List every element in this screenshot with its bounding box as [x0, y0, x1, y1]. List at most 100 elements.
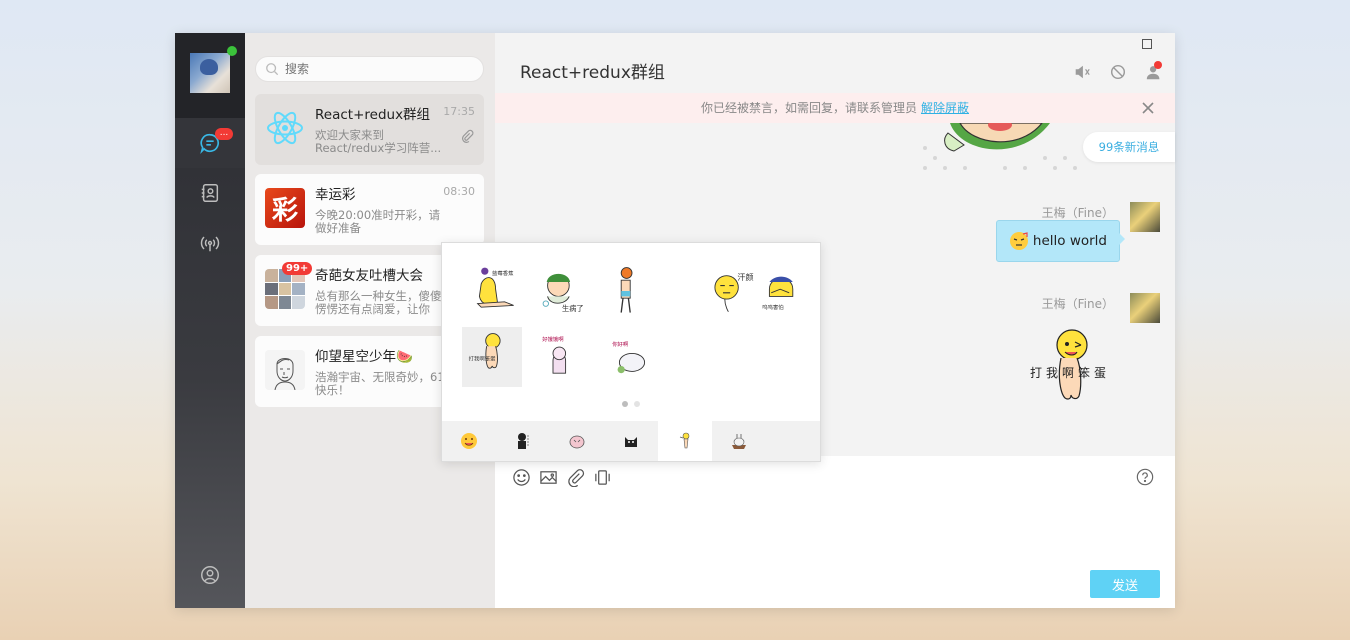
profile-area [175, 33, 245, 118]
chat-title: React+redux群组 [520, 63, 665, 83]
search-input[interactable] [285, 62, 465, 76]
image-icon[interactable] [539, 468, 558, 487]
new-messages-indicator[interactable]: 99条新消息 [1083, 132, 1175, 162]
sketch-portrait-avatar [265, 350, 305, 390]
conversation-preview: 浩瀚宇宙、无限奇妙，61快乐！ [315, 371, 445, 397]
sticker-item[interactable]: 呜呜害怕 [752, 261, 812, 321]
message-sender-name: 王梅（Fine） [1041, 206, 1114, 220]
maximize-button[interactable] [1142, 39, 1152, 49]
attachment-icon[interactable] [566, 468, 585, 487]
notification-dot [1154, 61, 1162, 69]
sticker-caption: 蓝莓香蕉 [492, 269, 514, 277]
conversation-name: 幸运彩 [315, 187, 356, 203]
sticker-caption: 呜呜害怕 [762, 303, 784, 311]
cropped-sticker-image [920, 123, 1090, 173]
message-bubble[interactable]: hello world [995, 220, 1126, 262]
shake-icon[interactable] [593, 468, 612, 487]
page-indicator [622, 401, 640, 407]
yellow-figure-icon [679, 432, 690, 449]
conversation-time: 17:35 [443, 105, 475, 118]
nav-item-contacts[interactable] [175, 168, 245, 218]
nav-item-broadcast[interactable] [175, 218, 245, 268]
react-logo-avatar [265, 108, 305, 148]
mute-speaker-icon[interactable] [1073, 63, 1091, 81]
user-circle-icon [201, 566, 219, 584]
conversation-name: React+redux群组 [315, 107, 431, 123]
search-box[interactable] [255, 56, 484, 82]
conversation-preview: 总有那么一种女生，傻傻愣愣还有点阔爱，让你气... [315, 290, 442, 316]
contacts-icon [201, 184, 219, 202]
help-icon[interactable] [1136, 468, 1154, 486]
conversation-item[interactable]: 彩 幸运彩 08:30 今晚20:00准时开彩，请做好准备 [255, 174, 484, 245]
chat-unread-badge: ... [215, 128, 233, 140]
unblock-link[interactable]: 解除屏蔽 [921, 101, 969, 115]
sticker-item[interactable]: 你好啊 [602, 327, 662, 387]
sweat-sticker-icon: 汗颜 [714, 272, 754, 312]
sticker-item[interactable] [602, 261, 662, 321]
sticker-caption: 打我啊笨蛋 [1029, 366, 1110, 380]
conversation-preview: 欢迎大家来到React/redux学习阵营... [315, 129, 442, 155]
hello-sticker-icon: 你好啊 [612, 340, 646, 374]
group-avatar-grid [265, 269, 305, 309]
message-sender-name: 王梅（Fine） [1041, 297, 1114, 311]
sticker-caption: 好饿饿啊 [542, 335, 564, 343]
sticker-caption: 打我啊笨蛋 [469, 355, 496, 363]
muted-banner-text: 你已经被禁言，如需回复，请联系管理员 [700, 101, 917, 115]
muted-banner: 你已经被禁言，如需回复，请联系管理员 解除屏蔽 [495, 93, 1175, 123]
sticker-pack-tabs [442, 421, 820, 461]
hungry-sticker-icon: 好饿饿啊 [542, 335, 567, 374]
side-nav: ... [175, 33, 245, 608]
conversation-name: 仰望星空少年🍉 [315, 349, 413, 365]
sender-avatar[interactable] [1130, 202, 1160, 232]
bunny-bowl-icon [732, 434, 746, 449]
lottery-avatar: 彩 [265, 188, 305, 228]
conversation-item[interactable]: React+redux群组 17:35 欢迎大家来到React/redux学习阵… [255, 94, 484, 165]
smiley-icon [461, 433, 477, 449]
nav-item-profile[interactable] [175, 564, 245, 590]
unread-count-badge: 99+ [282, 262, 313, 275]
tab-sticker-pack-5[interactable] [658, 421, 712, 461]
banana-sticker-icon: 蓝莓香蕉 [476, 267, 514, 308]
conversation-time: 08:30 [443, 185, 475, 198]
sick-sticker-icon: 生病了 [542, 273, 584, 313]
sticker-item[interactable]: 生病了 [532, 261, 592, 321]
paperclip-icon [462, 129, 474, 143]
tab-sticker-pack-2[interactable] [496, 421, 550, 461]
sticker-item[interactable]: 好饿饿啊 [532, 327, 592, 387]
message-text: hello world [1032, 233, 1107, 249]
sticker-item[interactable]: 蓝莓香蕉 [462, 261, 522, 321]
page-dot-active[interactable] [622, 401, 628, 407]
broadcast-icon [200, 236, 220, 252]
sender-avatar[interactable] [1130, 293, 1160, 323]
conversation-name: 奇葩女友吐槽大会 [315, 268, 423, 284]
hit-me-sticker-icon: 打我啊笨蛋 [469, 333, 501, 369]
tab-sticker-pack-4[interactable] [604, 421, 658, 461]
sticker-caption: 生病了 [562, 304, 584, 313]
send-button[interactable]: 发送 [1090, 570, 1160, 598]
dark-figure-icon [518, 433, 529, 449]
tab-sticker-pack-6[interactable] [712, 421, 766, 461]
my-avatar[interactable] [190, 53, 230, 93]
basketball-sticker-icon [620, 267, 633, 313]
sticker-message[interactable]: 打我啊笨蛋 [1025, 328, 1115, 408]
sticker-picker-popup: 蓝莓香蕉 生病了 汗颜 呜呜害怕 打我啊笨蛋 好饿饿啊 你好啊 [441, 242, 821, 462]
online-status-dot [227, 46, 237, 56]
scared-sticker-icon: 呜呜害怕 [762, 276, 794, 311]
emoji-icon[interactable] [512, 468, 531, 487]
sticker-caption: 你好啊 [612, 340, 629, 348]
pink-creature-icon [569, 435, 585, 449]
chat-header: React+redux群组 [495, 33, 1175, 93]
emoji-face-icon [1009, 232, 1028, 250]
tab-sticker-pack-3[interactable] [550, 421, 604, 461]
sticker-item-selected[interactable]: 打我啊笨蛋 [462, 327, 522, 387]
conversation-preview: 今晚20:00准时开彩，请做好准备 [315, 209, 441, 235]
header-actions [1073, 63, 1163, 81]
nav-item-chats[interactable]: ... [175, 118, 245, 168]
search-icon [266, 63, 279, 76]
page-dot[interactable] [634, 401, 640, 407]
lottery-avatar-text: 彩 [271, 195, 298, 226]
block-icon[interactable] [1109, 63, 1127, 81]
close-icon[interactable] [1141, 101, 1155, 115]
black-cat-icon [625, 437, 637, 447]
tab-emoji[interactable] [442, 421, 496, 461]
